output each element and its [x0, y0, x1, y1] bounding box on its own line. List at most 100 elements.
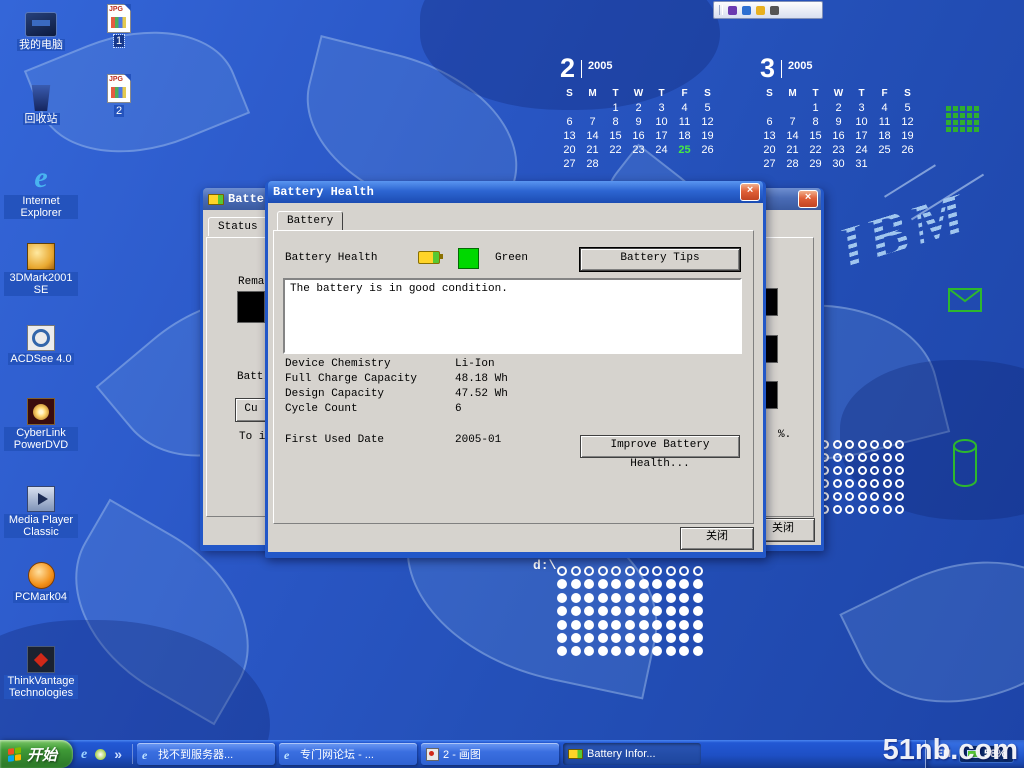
volume-icon[interactable]: [728, 6, 737, 15]
desktop-icon-thinkvantage[interactable]: ThinkVantage Technologies: [4, 646, 78, 699]
battery-health-dialog: Battery Health Battery Battery Health Gr…: [265, 181, 766, 558]
dot: [625, 579, 635, 589]
calendar-day: [558, 102, 581, 116]
calendar-2005-3: 32005SMTWTFS1234567891011121314151617181…: [758, 56, 919, 172]
calendar-day: 18: [673, 130, 696, 144]
desktop-icon-my-computer[interactable]: 我的电脑: [4, 8, 78, 51]
battery-health-titlebar[interactable]: Battery Health: [268, 181, 763, 203]
dot: [895, 453, 904, 462]
jpg-tag: JPG: [109, 76, 123, 83]
field-row: Cycle Count6: [285, 403, 605, 418]
dot: [833, 479, 842, 488]
dot: [679, 606, 689, 616]
calendar-2005-2: 22005SMTWTFS1234567891011121314151617181…: [558, 56, 719, 172]
close-icon[interactable]: [798, 190, 818, 208]
dot: [598, 606, 608, 616]
desktop-icon-media-player-classic[interactable]: Media Player Classic: [4, 486, 78, 538]
desktop-icon-label: Internet Explorer: [4, 195, 78, 219]
calendar-dow: T: [850, 88, 873, 102]
ie-icon: [284, 748, 296, 760]
keyboard-light-icon[interactable]: [770, 6, 779, 15]
media-player-classic-icon: [27, 486, 55, 512]
calendar-day: 12: [696, 116, 719, 130]
calendar-day: 31: [850, 158, 873, 172]
calendar-day: 17: [650, 130, 673, 144]
dot: [858, 453, 867, 462]
taskbar-task[interactable]: 找不到服务器...: [137, 743, 275, 765]
desktop-icon-recycle-bin[interactable]: 回收站: [4, 85, 78, 125]
calendar-day: 11: [873, 116, 896, 130]
field-label: Cycle Count: [285, 403, 455, 418]
condition-textbox[interactable]: The battery is in good condition.: [283, 278, 742, 354]
calendar-day: 10: [850, 116, 873, 130]
dot: [679, 620, 689, 630]
calendar-dow: T: [604, 88, 627, 102]
dot: [870, 453, 879, 462]
dot: [611, 606, 621, 616]
calendar-day: 19: [896, 130, 919, 144]
dot: [611, 620, 621, 630]
calendar-day: 14: [581, 130, 604, 144]
current-button[interactable]: Cu: [235, 398, 267, 422]
percent-label: %.: [778, 429, 791, 441]
file-icon-1[interactable]: JPG1: [99, 4, 139, 47]
battery-indicator[interactable]: 58%: [959, 745, 1014, 763]
desktop-icon-internet-explorer[interactable]: Internet Explorer: [4, 163, 78, 219]
dot: [833, 505, 842, 514]
calendar-day: 24: [850, 144, 873, 158]
dot: [639, 593, 649, 603]
dot: [883, 440, 892, 449]
file-icon-2[interactable]: JPG2: [99, 74, 139, 117]
dot: [611, 566, 621, 576]
dialog-close-button[interactable]: 关闭: [680, 527, 754, 550]
quicklaunch-overflow-icon[interactable]: [114, 746, 122, 762]
dot: [557, 566, 567, 576]
desktop-icon-powerdvd[interactable]: CyberLink PowerDVD: [4, 398, 78, 451]
media-quicklaunch-icon[interactable]: [95, 749, 106, 760]
dot: [870, 505, 879, 514]
paint-icon: [426, 748, 439, 761]
desktop-icon-label: ThinkVantage Technologies: [4, 675, 78, 699]
calendar-day: 16: [627, 130, 650, 144]
dots-grid-center: [557, 566, 707, 660]
field-row: Device ChemistryLi-Ion: [285, 358, 605, 373]
desktop-icon-acdsee[interactable]: ACDSee 4.0: [4, 325, 78, 365]
battery-tips-button[interactable]: Battery Tips: [580, 248, 740, 271]
brightness-icon[interactable]: [756, 6, 765, 15]
mute-icon[interactable]: [742, 6, 751, 15]
pcmark04-icon: [28, 562, 55, 589]
language-indicator[interactable]: EN: [936, 748, 951, 760]
tab-status[interactable]: Status: [208, 217, 268, 236]
acdsee-icon: [27, 325, 55, 351]
desktop-icon-3dmark2001[interactable]: 3DMark2001 SE: [4, 243, 78, 296]
wallpaper-leaf: [839, 520, 1024, 743]
tab-battery[interactable]: Battery: [277, 211, 343, 230]
ie-quicklaunch-icon[interactable]: [81, 745, 87, 763]
calendar-dow: S: [758, 88, 781, 102]
calendar-day: 4: [673, 102, 696, 116]
improve-battery-health-button[interactable]: Improve Battery Health...: [580, 435, 740, 458]
start-button[interactable]: 开始: [0, 740, 73, 768]
field-label: Full Charge Capacity: [285, 373, 455, 388]
dot: [598, 646, 608, 656]
calendar-day: 9: [627, 116, 650, 130]
dot: [870, 466, 879, 475]
dot: [571, 606, 581, 616]
taskbar-task[interactable]: Battery Infor...: [563, 743, 701, 765]
taskbar-task[interactable]: 专门网论坛 - ...: [279, 743, 417, 765]
calendar-day: [896, 158, 919, 172]
calendar-dow: M: [581, 88, 604, 102]
desktop-icon-pcmark04[interactable]: PCMark04: [4, 562, 78, 603]
dot: [845, 505, 854, 514]
calendar-day: [673, 158, 696, 172]
calendar-day: 28: [781, 158, 804, 172]
field-value: 2005-01: [455, 434, 501, 449]
close-icon[interactable]: [740, 183, 760, 201]
dot: [639, 606, 649, 616]
tray-battery-icon: [967, 750, 980, 758]
desktop-icon-label: PCMark04: [13, 591, 69, 603]
toolbar-grip[interactable]: [719, 5, 723, 15]
battery-label: Batt: [237, 371, 263, 383]
taskbar-task[interactable]: 2 - 画图: [421, 743, 559, 765]
calendar-day: 8: [604, 116, 627, 130]
